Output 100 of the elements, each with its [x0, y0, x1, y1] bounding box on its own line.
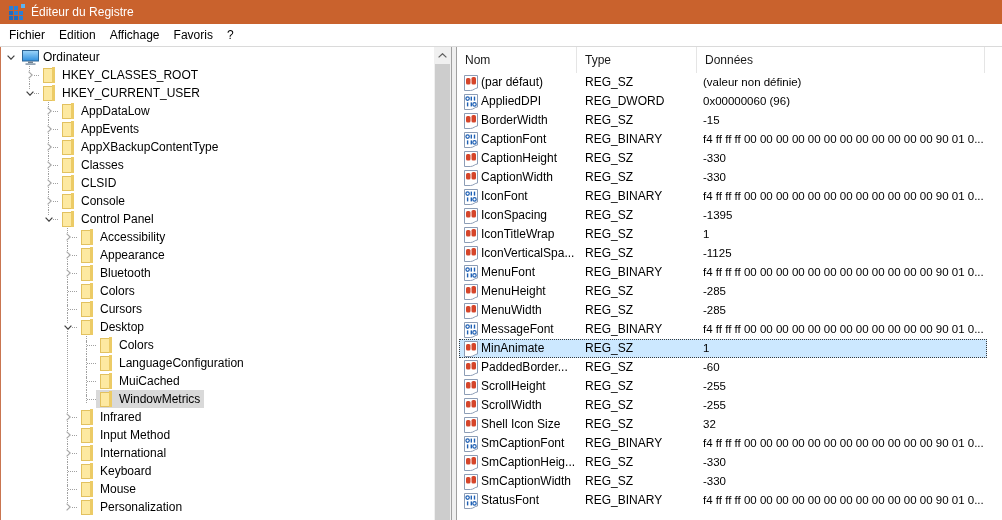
tree-item[interactable]: Control Panel	[58, 210, 158, 228]
tree-item[interactable]: Infrared	[77, 408, 146, 426]
menu-item[interactable]: Affichage	[102, 25, 167, 45]
tree-item[interactable]: Desktop	[77, 318, 149, 336]
value-name: (par défaut)	[481, 75, 544, 90]
chevron-right-icon[interactable]	[47, 107, 52, 115]
registry-value-row[interactable]: MenuHeight REG_SZ -285	[459, 282, 987, 301]
tree-item[interactable]: LanguageConfiguration	[96, 354, 248, 372]
registry-value-row[interactable]: MenuFont REG_BINARY f4 ff ff ff 00 00 00 00 00 00 00 00 00 00 00 00 90 01 0...	[459, 263, 987, 282]
chevron-right-icon[interactable]	[66, 449, 71, 457]
tree-item[interactable]: MuiCached	[96, 372, 184, 390]
registry-value-row[interactable]: SmCaptionHeig... REG_SZ -330	[459, 453, 987, 472]
value-type: REG_SZ	[585, 170, 633, 184]
tree-item[interactable]: Colors	[77, 282, 139, 300]
value-name: MenuWidth	[481, 303, 542, 318]
chevron-right-icon[interactable]	[28, 71, 33, 79]
value-type: REG_SZ	[585, 474, 633, 488]
registry-value-row[interactable]: SmCaptionWidth REG_SZ -330	[459, 472, 987, 491]
value-type: REG_SZ	[585, 341, 633, 355]
registry-value-row[interactable]: ScrollWidth REG_SZ -255	[459, 396, 987, 415]
tree-item[interactable]: HKEY_CLASSES_ROOT	[39, 66, 203, 84]
menu-item[interactable]: Edition	[52, 25, 103, 45]
chevron-down-icon[interactable]	[26, 90, 34, 96]
tree-item[interactable]: Mouse	[77, 480, 141, 498]
chevron-right-icon[interactable]	[47, 179, 52, 187]
menu-item[interactable]: Favoris	[166, 25, 220, 45]
chevron-right-icon[interactable]	[47, 125, 52, 133]
registry-value-row[interactable]: MenuWidth REG_SZ -285	[459, 301, 987, 320]
tree-item[interactable]: Classes	[58, 156, 128, 174]
chevron-down-icon[interactable]	[45, 216, 53, 222]
registry-value-row[interactable]: IconTitleWrap REG_SZ 1	[459, 225, 987, 244]
tree-item[interactable]: International	[77, 444, 171, 462]
chevron-right-icon[interactable]	[66, 251, 71, 259]
column-header[interactable]: Type	[577, 47, 697, 73]
tree-item[interactable]: Colors	[96, 336, 158, 354]
registry-value-row[interactable]: CaptionWidth REG_SZ -330	[459, 168, 987, 187]
chevron-right-icon[interactable]	[66, 269, 71, 277]
registry-value-row[interactable]: PaddedBorder... REG_SZ -60	[459, 358, 987, 377]
value-data: -255	[703, 380, 727, 392]
chevron-right-icon[interactable]	[66, 413, 71, 421]
value-data: f4 ff ff ff 00 00 00 00 00 00 00 00 00 00 00 00 90 01 0...	[703, 437, 984, 449]
value-data: -285	[703, 304, 727, 316]
tree-item[interactable]: Personalization	[77, 498, 187, 516]
registry-value-row[interactable]: IconFont REG_BINARY f4 ff ff ff 00 00 00 00 00 00 00 00 00 00 00 00 90 01 0...	[459, 187, 987, 206]
registry-value-row[interactable]: IconVerticalSpa... REG_SZ -1125	[459, 244, 987, 263]
tree-item[interactable]: AppXBackupContentType	[58, 138, 223, 156]
column-header[interactable]: Données	[697, 47, 985, 73]
folder-icon	[100, 373, 112, 389]
folder-icon	[100, 337, 112, 353]
tree-item[interactable]: Input Method	[77, 426, 175, 444]
registry-value-row[interactable]: ScrollHeight REG_SZ -255	[459, 377, 987, 396]
value-name: StatusFont	[481, 493, 540, 508]
tree-item[interactable]: CLSID	[58, 174, 121, 192]
tree-item[interactable]: AppDataLow	[58, 102, 154, 120]
value-type: REG_SZ	[585, 208, 633, 222]
tree-item[interactable]: Accessibility	[77, 228, 170, 246]
value-name: MinAnimate	[481, 341, 545, 356]
tree-item[interactable]: Ordinateur	[20, 48, 104, 66]
registry-value-row[interactable]: AppliedDPI REG_DWORD 0x00000060 (96)	[459, 92, 987, 111]
chevron-right-icon[interactable]	[66, 233, 71, 241]
tree-item[interactable]: Cursors	[77, 300, 146, 318]
menu-item[interactable]: Fichier	[2, 25, 52, 45]
chevron-down-icon[interactable]	[7, 54, 15, 60]
chevron-right-icon[interactable]	[47, 197, 52, 205]
tree-item[interactable]: AppEvents	[58, 120, 144, 138]
tree-item[interactable]: WindowMetrics	[96, 390, 205, 408]
folder-icon	[43, 85, 55, 101]
value-type: REG_DWORD	[585, 94, 665, 108]
chevron-down-icon[interactable]	[64, 324, 72, 330]
registry-value-row[interactable]: BorderWidth REG_SZ -15	[459, 111, 987, 130]
registry-value-row[interactable]: MinAnimate REG_SZ 1	[459, 339, 987, 358]
chevron-right-icon[interactable]	[47, 161, 52, 169]
value-data: -255	[703, 399, 727, 411]
column-header[interactable]: Nom	[457, 47, 577, 73]
window-title: Éditeur du Registre	[31, 4, 134, 20]
registry-value-row[interactable]: SmCaptionFont REG_BINARY f4 ff ff ff 00 00 00 00 00 00 00 00 00 00 00 00 90 01 0...	[459, 434, 987, 453]
folder-icon	[81, 301, 93, 317]
value-name: CaptionHeight	[481, 151, 558, 166]
value-type: REG_SZ	[585, 398, 633, 412]
tree-item[interactable]: Console	[58, 192, 130, 210]
registry-value-row[interactable]: CaptionHeight REG_SZ -330	[459, 149, 987, 168]
registry-value-row[interactable]: (par défaut) REG_SZ (valeur non définie)	[459, 73, 987, 92]
value-data: 0x00000060 (96)	[703, 95, 790, 107]
value-data: f4 ff ff ff 00 00 00 00 00 00 00 00 00 00 00 00 90 01 0...	[703, 323, 984, 335]
registry-value-row[interactable]: CaptionFont REG_BINARY f4 ff ff ff 00 00 00 00 00 00 00 00 00 00 00 00 90 01 0...	[459, 130, 987, 149]
value-type: REG_BINARY	[585, 493, 663, 507]
tree-item[interactable]: Keyboard	[77, 462, 156, 480]
registry-value-row[interactable]: StatusFont REG_BINARY f4 ff ff ff 00 00 00 00 00 00 00 00 00 00 00 00 90 01 0...	[459, 491, 987, 510]
registry-value-row[interactable]: Shell Icon Size REG_SZ 32	[459, 415, 987, 434]
registry-value-row[interactable]: IconSpacing REG_SZ -1395	[459, 206, 987, 225]
chevron-right-icon[interactable]	[47, 143, 52, 151]
tree-item[interactable]: Appearance	[77, 246, 169, 264]
value-name: SmCaptionFont	[481, 436, 565, 451]
registry-value-row[interactable]: MessageFont REG_BINARY f4 ff ff ff 00 00 00 00 00 00 00 00 00 00 00 00 90 01 0...	[459, 320, 987, 339]
tree-item[interactable]: Bluetooth	[77, 264, 155, 282]
menu-item[interactable]: ?	[219, 25, 241, 45]
chevron-right-icon[interactable]	[66, 431, 71, 439]
tree-item[interactable]: HKEY_CURRENT_USER	[39, 84, 205, 102]
text-document-icon	[463, 302, 479, 319]
chevron-right-icon[interactable]	[66, 503, 71, 511]
